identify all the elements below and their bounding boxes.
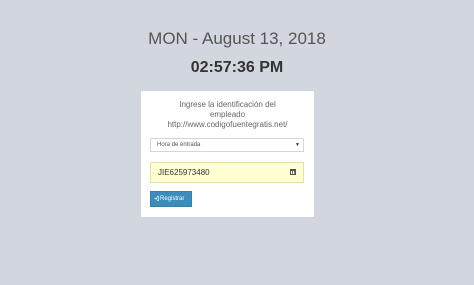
instruction-line-1: Ingrese la identificación del — [179, 100, 276, 109]
instruction-text: Ingrese la identificación del empleado h… — [141, 100, 314, 130]
register-button[interactable]: Registrar — [150, 191, 192, 207]
employee-id-field[interactable]: JIE625973480 — [150, 162, 304, 183]
page: MON - August 13, 2018 02:57:36 PM Ingres… — [0, 0, 474, 285]
calendar-icon — [290, 169, 296, 175]
instruction-line-2: empleado — [209, 110, 246, 119]
date-display: MON - August 13, 2018 — [148, 29, 326, 48]
time-display: 02:57:36 PM — [190, 59, 284, 76]
register-button-label: Registrar — [160, 196, 185, 202]
instruction-url: http://www.codigofuentegratis.net/ — [167, 120, 288, 129]
sign-in-icon — [154, 196, 159, 201]
employee-id-value: JIE625973480 — [158, 168, 210, 177]
registration-card: Ingrese la identificación del empleado h… — [141, 91, 314, 217]
chevron-down-icon: ▼ — [295, 142, 300, 148]
entry-type-select[interactable]: Hora de entrada ▼ — [150, 138, 304, 152]
entry-type-value: Hora de entrada — [157, 142, 201, 148]
